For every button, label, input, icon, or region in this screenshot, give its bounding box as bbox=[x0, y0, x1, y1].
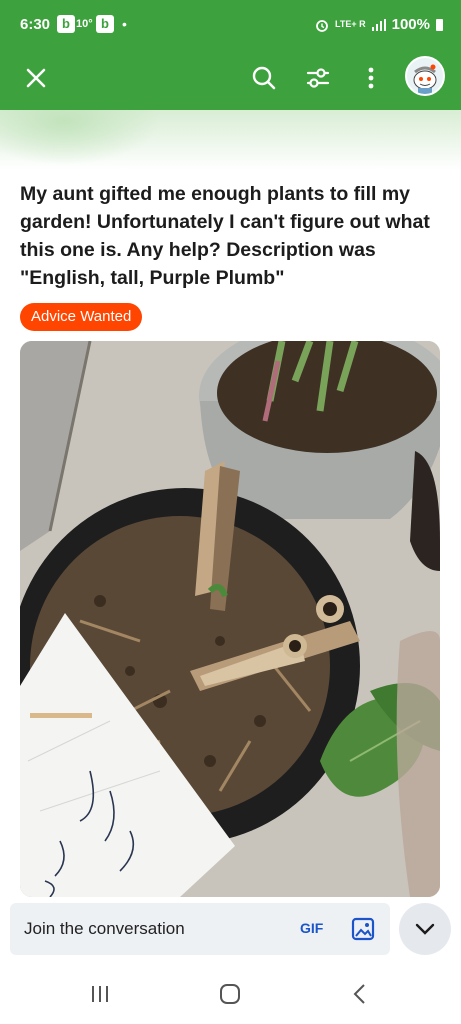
header-wash bbox=[0, 110, 461, 170]
snoo-avatar[interactable] bbox=[405, 56, 445, 96]
weather-temp: 10° bbox=[76, 18, 93, 30]
chevron-down-icon bbox=[415, 923, 435, 935]
notification-badge: b bbox=[96, 15, 114, 33]
battery-percent: 100% bbox=[391, 16, 430, 33]
system-nav-bar bbox=[0, 962, 461, 1024]
battery-icon bbox=[436, 18, 443, 31]
status-bar: 6:30 b 10° b • LTE+ R 100% bbox=[0, 0, 461, 50]
sliders-icon[interactable] bbox=[304, 64, 332, 92]
plant-photo bbox=[20, 341, 440, 897]
post-flair[interactable]: Advice Wanted bbox=[20, 303, 143, 331]
home-icon[interactable] bbox=[217, 982, 243, 1006]
post-title: My aunt gifted me enough plants to fill … bbox=[20, 183, 430, 289]
recents-icon[interactable] bbox=[87, 982, 113, 1006]
expand-button[interactable] bbox=[399, 903, 451, 955]
close-icon[interactable] bbox=[22, 64, 50, 92]
status-right: LTE+ R 100% bbox=[315, 16, 443, 33]
more-vertical-icon[interactable] bbox=[357, 64, 385, 92]
signal-icon bbox=[371, 18, 386, 31]
comment-composer[interactable]: Join the conversation GIF bbox=[10, 903, 390, 955]
alarm-icon bbox=[316, 19, 328, 32]
notification-dot: • bbox=[122, 16, 127, 32]
image-icon[interactable] bbox=[350, 916, 376, 942]
status-time: 6:30 bbox=[20, 16, 51, 33]
search-icon[interactable] bbox=[250, 64, 278, 92]
comment-input[interactable]: Join the conversation bbox=[24, 919, 185, 939]
post-image[interactable] bbox=[20, 341, 440, 897]
gif-button[interactable]: GIF bbox=[300, 920, 323, 936]
notification-badge: b bbox=[57, 15, 75, 33]
app-bar bbox=[0, 50, 461, 110]
back-icon[interactable] bbox=[347, 982, 373, 1006]
avatar-image bbox=[413, 64, 437, 94]
network-type: LTE+ R bbox=[335, 19, 366, 29]
